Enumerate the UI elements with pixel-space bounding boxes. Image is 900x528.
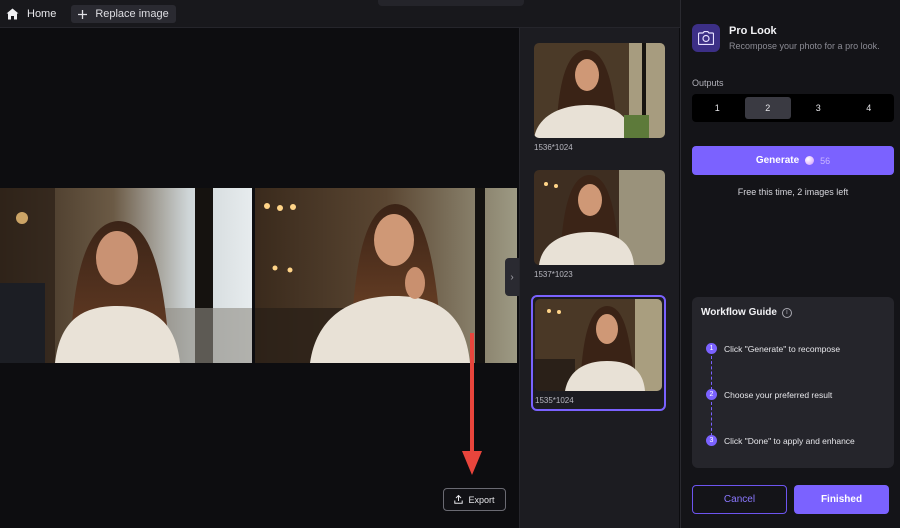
replace-image-button[interactable]: Replace image (71, 5, 176, 23)
home-icon (6, 8, 19, 20)
collapse-panel-toggle[interactable]: › (505, 258, 519, 296)
step-number: 1 (706, 343, 717, 354)
generate-button[interactable]: Generate 56 (692, 146, 894, 175)
results-column: 1536*1024 1537*1023 1535*1024 (519, 28, 679, 528)
outputs-option-1[interactable]: 1 (694, 97, 741, 119)
generate-label: Generate (755, 155, 800, 166)
step-text: Click "Done" to apply and enhance (724, 435, 855, 446)
workflow-guide: Workflow Guide i 1 Click "Generate" to r… (692, 297, 894, 468)
outputs-option-2[interactable]: 2 (744, 97, 791, 119)
finished-button[interactable]: Finished (794, 485, 889, 514)
export-button[interactable]: Export (443, 488, 506, 511)
home-button[interactable]: Home (6, 5, 56, 23)
thumbnail-image (534, 43, 665, 138)
export-label: Export (468, 494, 495, 505)
annotation-arrow (462, 333, 482, 475)
before-after-comparison (0, 188, 517, 363)
top-toolbar: Home Replace image (0, 0, 680, 28)
result-thumbnail[interactable]: 1536*1024 (534, 43, 665, 152)
outputs-option-3[interactable]: 3 (795, 97, 842, 119)
feature-title: Pro Look (729, 25, 777, 37)
preview-canvas: Export (0, 28, 519, 528)
step-number: 2 (706, 389, 717, 400)
settings-panel: Pro Look Recompose your photo for a pro … (680, 0, 900, 528)
camera-icon (692, 24, 720, 52)
thumbnail-dimensions: 1537*1023 (534, 270, 573, 279)
step-text: Click "Generate" to recompose (724, 343, 841, 354)
top-drag-handle[interactable] (378, 0, 524, 6)
workflow-step: 2 Choose your preferred result (706, 389, 832, 400)
workflow-step: 3 Click "Done" to apply and enhance (706, 435, 855, 446)
thumbnail-image (534, 170, 665, 265)
step-text: Choose your preferred result (724, 389, 833, 400)
credit-coin-icon (805, 156, 815, 165)
chevron-right-icon: › (510, 271, 514, 283)
outputs-label: Outputs (692, 78, 724, 88)
home-label: Home (27, 8, 57, 20)
generate-cost: 56 (820, 155, 831, 166)
cancel-button[interactable]: Cancel (692, 485, 787, 514)
outputs-option-4[interactable]: 4 (846, 97, 893, 119)
thumbnail-image (535, 299, 662, 391)
result-thumbnail[interactable]: 1537*1023 (534, 170, 665, 279)
step-number: 3 (706, 435, 717, 446)
replace-image-label: Replace image (95, 8, 169, 20)
info-icon[interactable]: i (781, 307, 792, 318)
thumbnail-dimensions: 1536*1024 (534, 143, 573, 152)
feature-subtitle: Recompose your photo for a pro look. (729, 41, 880, 51)
result-thumbnail-selected[interactable]: 1535*1024 (531, 295, 666, 411)
step-connector (711, 402, 712, 436)
workflow-guide-title: Workflow Guide i (701, 307, 792, 318)
original-photo (0, 188, 252, 363)
workflow-guide-heading: Workflow Guide (701, 307, 777, 318)
step-connector (711, 356, 712, 390)
upload-icon (454, 495, 464, 504)
thumbnail-dimensions: 1535*1024 (535, 396, 574, 405)
free-usage-note: Free this time, 2 images left (737, 187, 849, 197)
workflow-step: 1 Click "Generate" to recompose (706, 343, 840, 354)
outputs-selector: 1 2 3 4 (692, 94, 894, 122)
plus-icon (78, 9, 88, 19)
